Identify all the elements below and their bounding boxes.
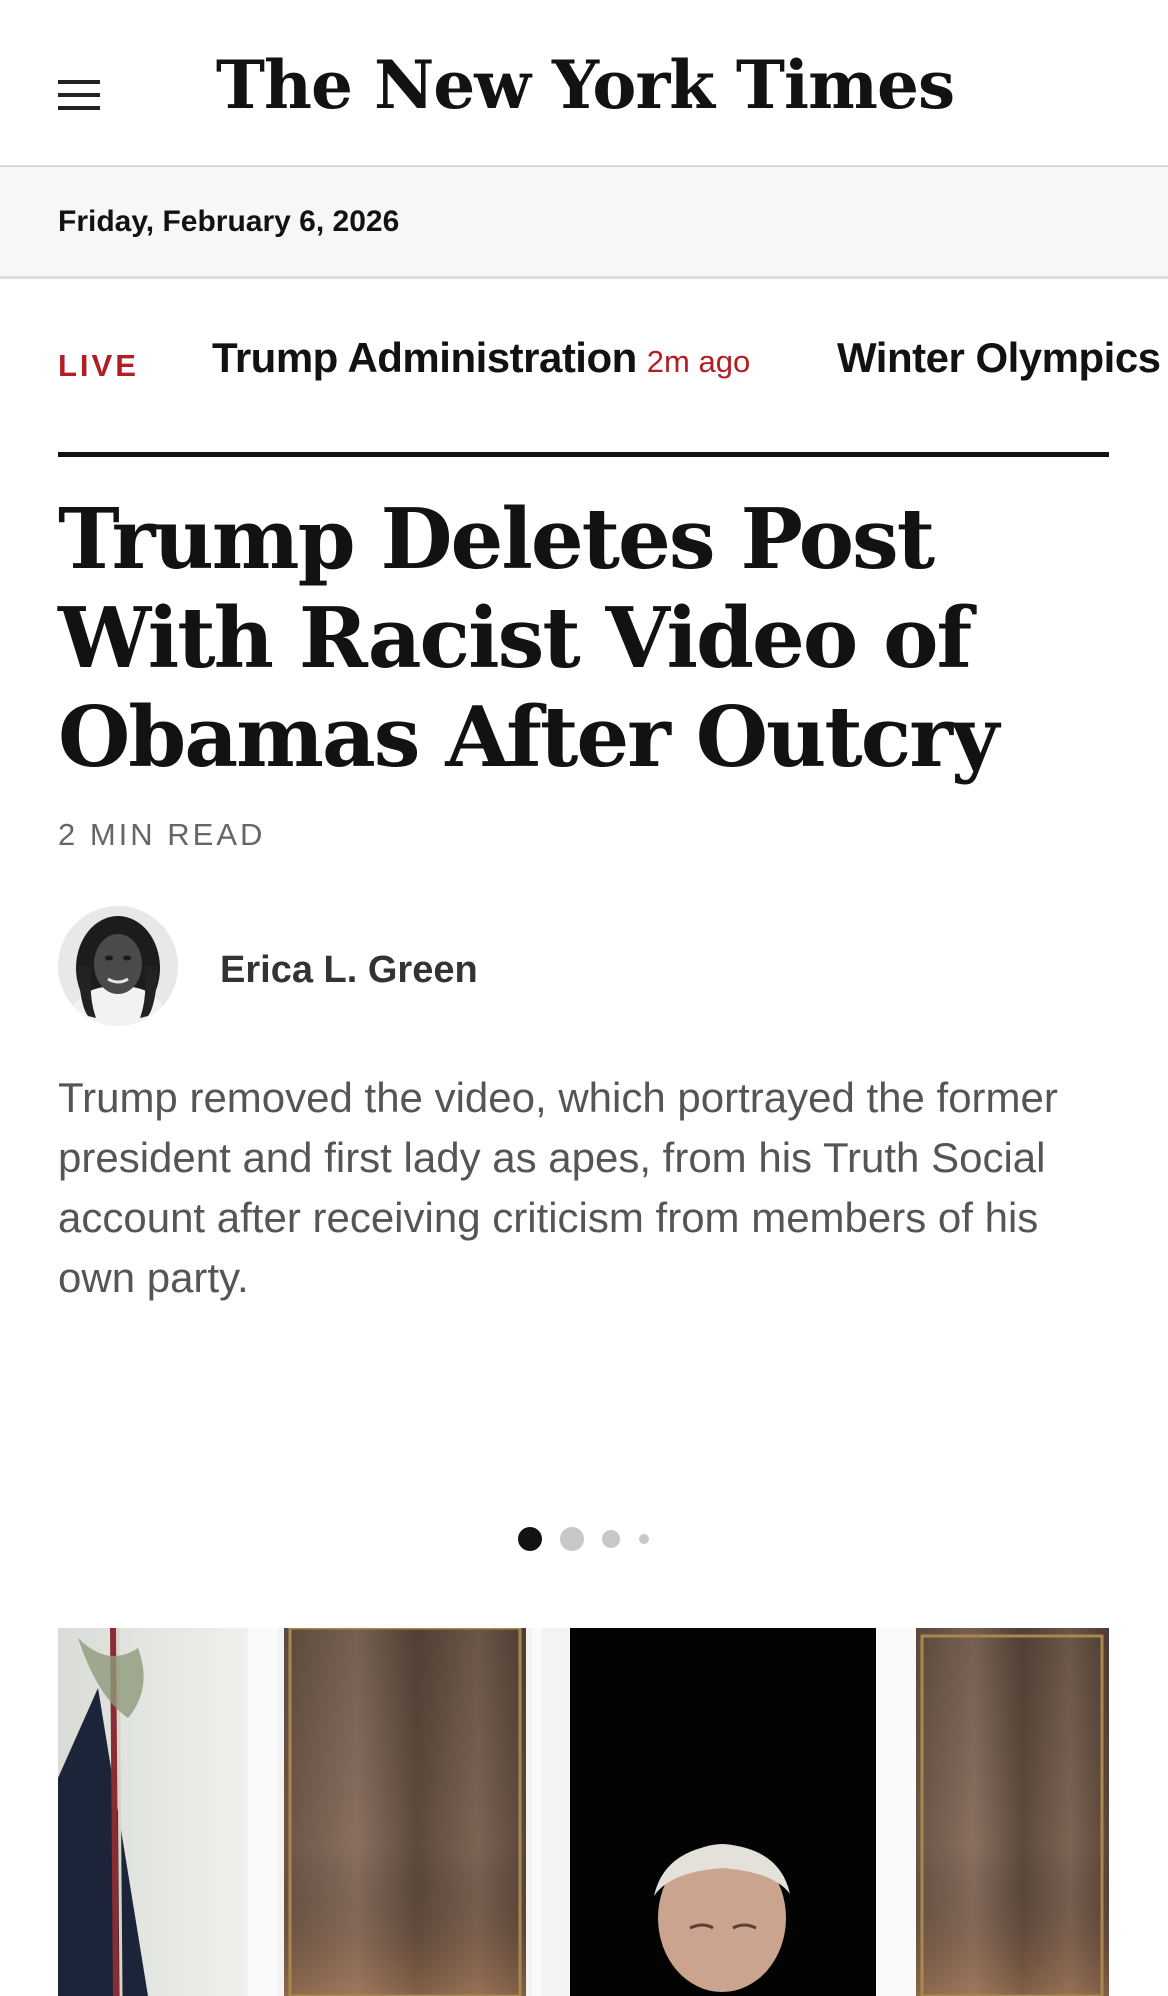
- lead-photo-image: [58, 1628, 1109, 1996]
- live-label: LIVE: [58, 348, 139, 383]
- carousel-dot[interactable]: [560, 1527, 584, 1551]
- author-photo: [58, 906, 178, 1026]
- carousel-dot[interactable]: [602, 1530, 620, 1548]
- author-avatar[interactable]: [58, 906, 178, 1026]
- section-divider: [58, 452, 1109, 457]
- carousel-dot[interactable]: [639, 1534, 649, 1544]
- carousel-dots: [518, 1524, 658, 1554]
- article-summary: Trump removed the video, which portrayed…: [58, 1074, 1058, 1301]
- ticker-item-label: Trump Administration: [212, 334, 637, 381]
- ticker-item-time: 2m ago: [646, 344, 751, 379]
- hamburger-menu-icon[interactable]: [58, 80, 100, 112]
- ticker-item-trump-administration[interactable]: Trump Administration 2m ago: [212, 334, 750, 382]
- masthead: The New York Times: [0, 0, 1168, 167]
- ticker-item-label: Winter Olympics: [837, 334, 1161, 381]
- author-name[interactable]: Erica L. Green: [220, 949, 478, 992]
- date-bar: Friday, February 6, 2026: [0, 167, 1168, 279]
- lead-photo[interactable]: [58, 1628, 1109, 1996]
- article-headline: Trump Deletes Post With Racist Video of …: [58, 490, 999, 786]
- ticker-item-winter-olympics[interactable]: Winter Olympics: [837, 334, 1161, 382]
- nyt-logo[interactable]: The New York Times: [200, 46, 970, 124]
- read-time: 2 MIN READ: [58, 817, 266, 852]
- carousel-dot-active[interactable]: [518, 1527, 542, 1551]
- live-ticker: LIVE Trump Administration 2m ago Winter O…: [0, 280, 1168, 450]
- current-date: Friday, February 6, 2026: [58, 205, 400, 238]
